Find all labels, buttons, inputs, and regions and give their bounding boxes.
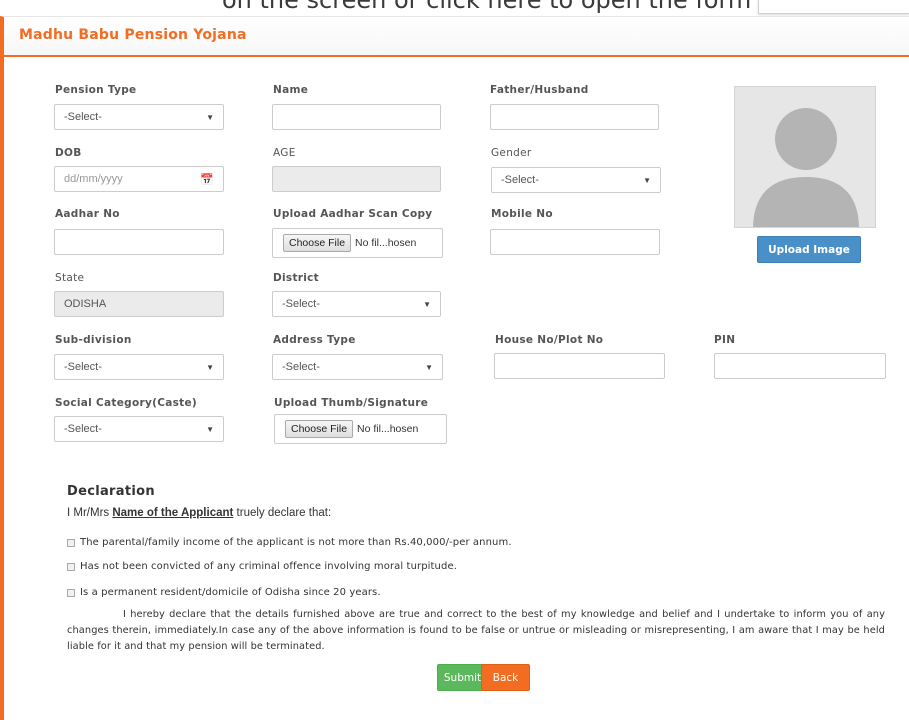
calendar-icon[interactable]: 📅 [200,173,214,186]
declaration-item: The parental/family income of the applic… [67,537,512,548]
checkbox[interactable] [67,538,75,547]
father-husband-input[interactable] [490,104,659,130]
declaration-item: Is a permanent resident/domicile of Odis… [67,587,381,598]
banner-popup-box [758,0,909,14]
address-type-value: -Select- [282,361,320,373]
avatar-icon [735,87,875,227]
file-status: No fil...hosen [357,423,419,435]
district-label: District [273,272,320,284]
checkbox[interactable] [67,588,75,597]
checkbox[interactable] [67,562,75,571]
dob-label: DOB [55,147,82,159]
banner-text: on the screen or click here to open the … [222,0,805,14]
sub-division-label: Sub-division [55,334,132,346]
declaration-intro: I Mr/Mrs Name of the Applicant truely de… [67,507,332,519]
mobile-no-label: Mobile No [491,208,553,220]
declaration-title: Declaration [67,484,155,499]
pension-type-select[interactable]: -Select- ▼ [54,104,224,130]
aadhar-scan-label: Upload Aadhar Scan Copy [273,208,433,220]
house-no-label: House No/Plot No [495,334,604,346]
state-label: State [55,272,85,284]
thumb-signature-label: Upload Thumb/Signature [274,397,429,409]
gender-label: Gender [491,147,532,159]
pin-label: PIN [714,334,736,346]
caret-down-icon: ▼ [423,299,431,309]
house-no-input[interactable] [494,353,665,379]
district-select[interactable]: -Select- ▼ [272,291,441,317]
aadhar-no-input[interactable] [54,229,224,255]
state-input: ODISHA [54,291,224,317]
caret-down-icon: ▼ [643,175,651,185]
pin-input[interactable] [714,353,886,379]
upload-image-button[interactable]: Upload Image [757,236,861,263]
gender-value: -Select- [501,174,539,186]
dob-input[interactable]: dd/mm/yyyy 📅 [54,166,224,192]
panel-header: Madhu Babu Pension Yojana [4,17,909,57]
address-type-label: Address Type [273,334,356,346]
social-category-value: -Select- [64,423,102,435]
father-husband-label: Father/Husband [490,84,589,96]
name-label: Name [273,84,309,96]
declaration-paragraph: I hereby declare that the details furnis… [67,609,885,652]
social-category-select[interactable]: -Select- ▼ [54,416,224,442]
caret-down-icon: ▼ [425,362,433,372]
sub-division-select[interactable]: -Select- ▼ [54,354,224,380]
applicant-name: Name of the Applicant [112,507,234,519]
caret-down-icon: ▼ [206,362,214,372]
aadhar-no-label: Aadhar No [55,208,120,220]
social-category-label: Social Category(Caste) [55,397,198,409]
photo-placeholder [734,86,876,228]
caret-down-icon: ▼ [206,424,214,434]
caret-down-icon: ▼ [206,112,214,122]
address-type-select[interactable]: -Select- ▼ [272,354,443,380]
dob-placeholder: dd/mm/yyyy [64,173,123,185]
declaration-item: Has not been convicted of any criminal o… [67,561,457,572]
sub-division-value: -Select- [64,361,102,373]
age-input [272,166,441,192]
choose-file-button[interactable]: Choose File [283,234,352,252]
pension-type-value: -Select- [64,111,102,123]
age-label: AGE [273,147,296,159]
aadhar-scan-file-input[interactable]: Choose File No fil...hosen [272,228,443,258]
gender-select[interactable]: -Select- ▼ [491,167,661,193]
back-button[interactable]: Back [481,664,530,691]
name-input[interactable] [272,104,441,130]
pension-type-label: Pension Type [55,84,137,96]
page-title: Madhu Babu Pension Yojana [19,27,247,43]
district-value: -Select- [282,298,320,310]
file-status: No fil...hosen [355,237,417,249]
choose-file-button[interactable]: Choose File [285,420,354,438]
thumb-signature-file-input[interactable]: Choose File No fil...hosen [274,414,447,444]
mobile-no-input[interactable] [490,229,660,255]
